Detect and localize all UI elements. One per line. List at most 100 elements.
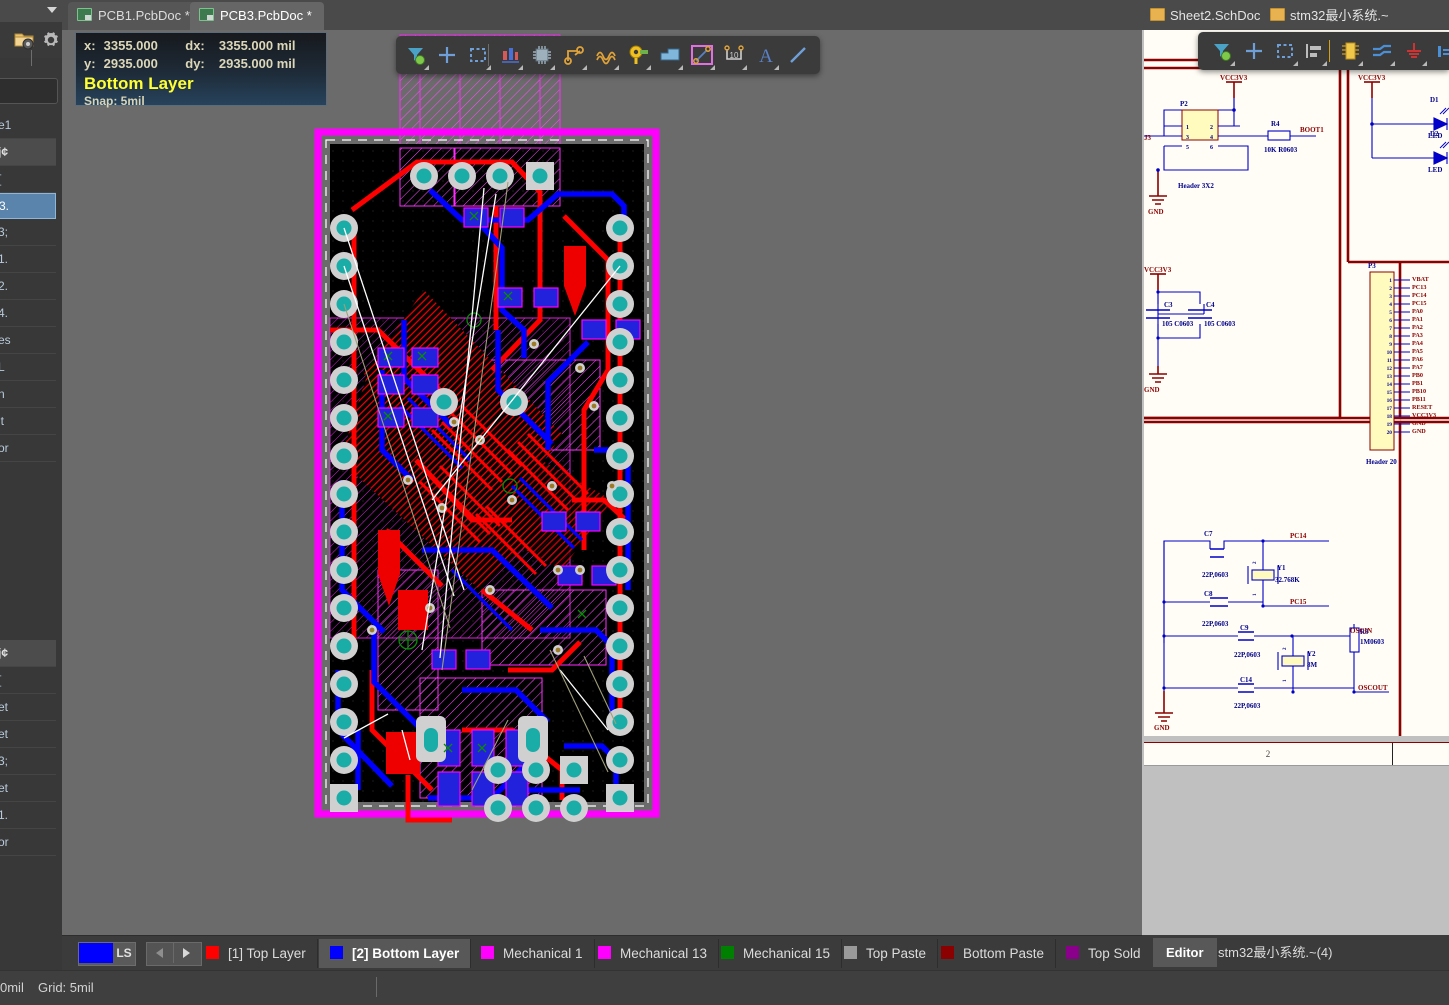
project-tree-item[interactable]: e1 <box>0 112 56 139</box>
net-label-boot1: BOOT1 <box>1300 126 1324 134</box>
align-icon[interactable] <box>1302 39 1326 63</box>
gear-icon[interactable] <box>41 30 61 55</box>
dropdown-arrow-icon[interactable] <box>1358 61 1363 66</box>
dropdown-arrow-icon[interactable] <box>550 65 555 70</box>
dropdown-arrow-icon[interactable] <box>678 65 683 70</box>
layer-sets-button[interactable]: LS <box>78 942 136 966</box>
p3-pin-number: 13 <box>1387 374 1393 380</box>
component-ref-d1: D1 <box>1430 96 1439 104</box>
layer-tab-mechanical-13[interactable]: Mechanical 13 <box>587 939 720 968</box>
project-tree-item[interactable]: 1. <box>0 246 56 273</box>
layer-tab-mechanical-15[interactable]: Mechanical 15 <box>710 939 843 968</box>
route-track-icon[interactable] <box>562 43 586 67</box>
dropdown-arrow-icon[interactable] <box>582 65 587 70</box>
align-icon[interactable] <box>498 43 522 67</box>
dropdown-arrow-icon[interactable] <box>646 65 651 70</box>
project-tree-item[interactable]: 3. <box>0 193 56 219</box>
component-ref-d2: D2 <box>1430 130 1439 138</box>
dropdown-arrow-icon[interactable] <box>1293 61 1298 66</box>
p3-pin-name: PA0 <box>1412 308 1423 315</box>
differential-pair-icon[interactable] <box>594 43 618 67</box>
dropdown-arrow-icon[interactable] <box>774 65 779 70</box>
net-label-oscout: OSCOUT <box>1358 684 1388 692</box>
project-tree-item[interactable]: j¢ <box>0 139 56 166</box>
previous-layer-button[interactable] <box>147 943 173 963</box>
project-tree-item[interactable]: it <box>0 408 56 435</box>
project-tree-group-2[interactable]: j¢[etet3;et1.or <box>0 640 56 920</box>
project-tree-item[interactable]: L <box>0 354 56 381</box>
place-wire-icon[interactable] <box>1370 39 1394 63</box>
crosshair-placement-icon[interactable] <box>435 43 459 67</box>
dropdown-arrow-icon[interactable] <box>518 65 523 70</box>
dropdown-arrow-icon[interactable] <box>710 65 715 70</box>
tab-pcb1-pcbdoc[interactable]: PCB1.PcbDoc * <box>68 2 202 30</box>
project-tree-item[interactable]: [ <box>0 667 56 694</box>
dropdown-arrow-icon[interactable] <box>1390 61 1395 66</box>
dropdown-arrow-icon[interactable] <box>1422 61 1427 66</box>
project-tree-item[interactable]: [ <box>0 166 56 193</box>
place-gnd-icon[interactable] <box>1402 39 1426 63</box>
select-rectangle-icon[interactable] <box>1273 39 1297 63</box>
schematic-active-bar-toolbar[interactable] <box>1198 32 1449 70</box>
schematic-editor-panel[interactable]: VCC3V3 BOOT1 J3 GND P2 Header 3X2 R4 10K… <box>1142 30 1449 935</box>
project-tree-item[interactable]: 1. <box>0 802 56 829</box>
project-tree-group-1[interactable]: e1j¢[3.3;1.2.4.esLnitor <box>0 112 56 632</box>
pcb-active-bar-toolbar[interactable]: 10 A <box>396 36 820 74</box>
net-label-oscin: OSCIN <box>1350 627 1372 635</box>
line-icon[interactable] <box>786 43 810 67</box>
tab-sheet2-schdoc[interactable]: Sheet2.SchDoc <box>1150 4 1260 28</box>
project-tree-item[interactable]: et <box>0 721 56 748</box>
place-part-icon[interactable] <box>1338 39 1362 63</box>
pcb-editor-canvas[interactable]: 10 A x: 3355.000 dx: 3355.000 mil y: 293… <box>62 30 1142 935</box>
text-string-icon[interactable]: A <box>754 43 778 67</box>
project-tree-item[interactable]: or <box>0 435 56 462</box>
tab-pcb3-pcbdoc[interactable]: PCB3.PcbDoc * <box>190 2 324 30</box>
project-tree-item[interactable]: es <box>0 327 56 354</box>
chevron-down-icon[interactable] <box>47 7 57 13</box>
schematic-canvas[interactable]: VCC3V3 BOOT1 J3 GND P2 Header 3X2 R4 10K… <box>1144 30 1449 736</box>
layer-tab-top-paste[interactable]: Top Paste <box>833 939 939 968</box>
p3-pin-name: GND <box>1412 428 1426 435</box>
project-tree-item[interactable]: 4. <box>0 300 56 327</box>
dropdown-arrow-icon[interactable] <box>424 65 429 70</box>
dimension-diagonal-icon[interactable] <box>690 43 714 67</box>
dropdown-arrow-icon[interactable] <box>614 65 619 70</box>
dropdown-arrow-icon[interactable] <box>742 65 747 70</box>
hud-active-layer: Bottom Layer <box>84 74 194 93</box>
project-tree-item[interactable]: 2. <box>0 273 56 300</box>
project-tree-item[interactable]: et <box>0 775 56 802</box>
open-folder-icon[interactable] <box>14 30 36 55</box>
project-tree-item[interactable]: n <box>0 381 56 408</box>
project-tree-item[interactable] <box>0 462 56 488</box>
project-tree-item[interactable]: 3; <box>0 748 56 775</box>
tab-stm32-document[interactable]: stm32最小系统.~(4) <box>1208 938 1343 967</box>
layer-tab-top-layer[interactable]: [1] Top Layer <box>195 939 318 968</box>
search-input[interactable] <box>0 78 58 104</box>
svg-text:4: 4 <box>1210 135 1213 141</box>
via-icon[interactable] <box>626 43 650 67</box>
select-rectangle-icon[interactable] <box>466 43 490 67</box>
layer-tab-bottom-layer[interactable]: [2] Bottom Layer <box>319 939 472 968</box>
layer-tab-top-solder[interactable]: Top Sold <box>1055 939 1153 968</box>
component-icon[interactable] <box>530 43 554 67</box>
layer-tab-mechanical-1[interactable]: Mechanical 1 <box>470 939 595 968</box>
project-tree-item[interactable]: et <box>0 694 56 721</box>
project-tree-item[interactable]: 3; <box>0 219 56 246</box>
tab-stm32-schdoc[interactable]: stm32最小系统.~(4).SchDoc <box>1270 4 1449 47</box>
place-port-icon[interactable] <box>1434 39 1449 63</box>
polygon-pour-icon[interactable] <box>658 43 682 67</box>
dropdown-arrow-icon[interactable] <box>1230 61 1235 66</box>
crosshair-placement-icon[interactable] <box>1242 39 1266 63</box>
filter-icon[interactable] <box>1210 39 1234 63</box>
dimension-ruler-icon[interactable]: 10 <box>722 43 746 67</box>
p3-pin-number: 5 <box>1389 310 1392 316</box>
dropdown-arrow-icon[interactable] <box>1322 61 1327 66</box>
net-label-vcc3v3-c: VCC3V3 <box>1144 266 1172 274</box>
dropdown-arrow-icon[interactable] <box>486 65 491 70</box>
project-tree-item[interactable]: or <box>0 829 56 856</box>
p3-pin-name: PB1 <box>1412 380 1423 387</box>
filter-icon[interactable] <box>404 43 428 67</box>
component-value-c8: 22P,0603 <box>1202 620 1229 628</box>
project-tree-item[interactable]: j¢ <box>0 640 56 667</box>
layer-tab-bottom-paste[interactable]: Bottom Paste <box>930 939 1057 968</box>
